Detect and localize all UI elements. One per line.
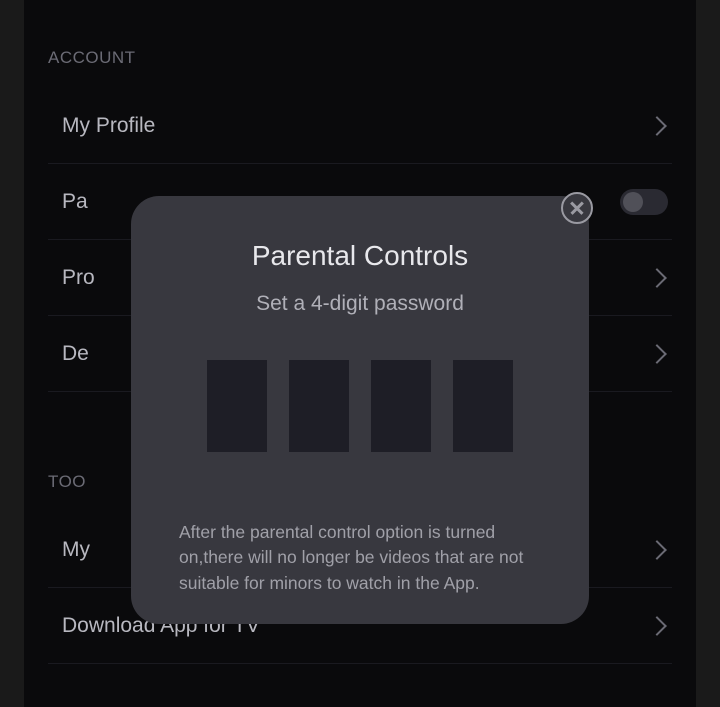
list-item-label: Pro: [48, 266, 95, 290]
close-icon: [570, 201, 584, 215]
toggle-knob: [623, 192, 643, 212]
pin-digit-2[interactable]: [289, 360, 349, 452]
close-button[interactable]: [561, 192, 593, 224]
modal-subtitle: Set a 4-digit password: [256, 292, 464, 316]
list-item-label: De: [48, 342, 89, 366]
pin-digit-3[interactable]: [371, 360, 431, 452]
account-section-header: ACCOUNT: [48, 0, 672, 88]
chevron-right-icon: [647, 344, 667, 364]
parental-controls-toggle[interactable]: [620, 189, 668, 215]
modal-description: After the parental control option is tur…: [171, 520, 549, 596]
pin-digit-4[interactable]: [453, 360, 513, 452]
list-item-label: Pa: [48, 190, 88, 214]
pin-input-row: [207, 360, 513, 452]
pin-digit-1[interactable]: [207, 360, 267, 452]
list-item-my-profile[interactable]: My Profile: [48, 88, 672, 164]
chevron-right-icon: [647, 268, 667, 288]
chevron-right-icon: [647, 540, 667, 560]
modal-title: Parental Controls: [252, 240, 468, 272]
chevron-right-icon: [647, 616, 667, 636]
parental-controls-modal: Parental Controls Set a 4-digit password…: [131, 196, 589, 624]
list-item-label: My: [48, 538, 90, 562]
chevron-right-icon: [647, 116, 667, 136]
list-item-label: My Profile: [48, 114, 155, 138]
